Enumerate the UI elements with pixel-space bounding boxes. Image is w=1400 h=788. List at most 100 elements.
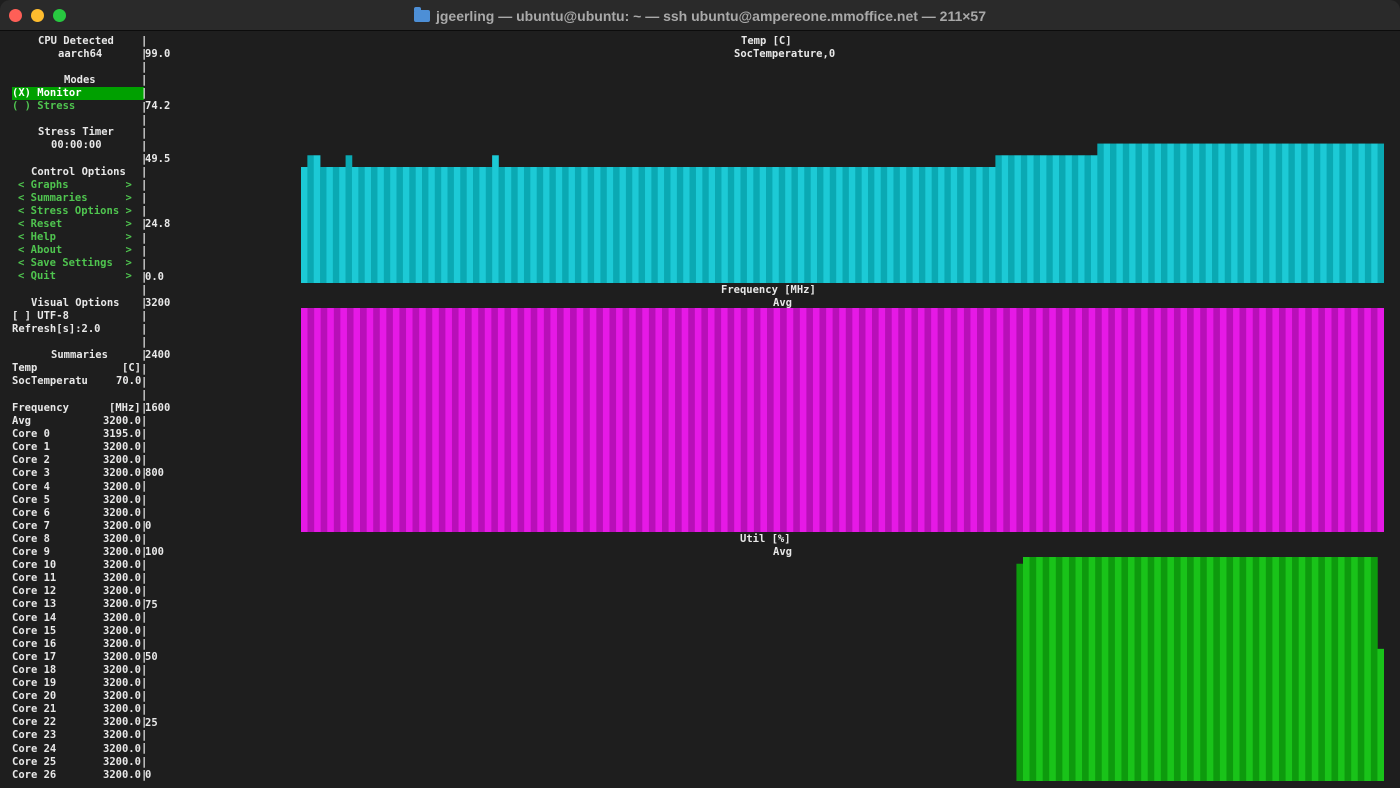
chart-bar	[701, 308, 709, 532]
chart-bar	[301, 167, 308, 283]
chart-bar	[938, 167, 945, 283]
menu-about[interactable]: < About >	[18, 244, 132, 257]
chart-bar	[1052, 155, 1060, 283]
chart-bar	[982, 167, 990, 283]
chart-bar	[911, 308, 919, 532]
menu-stress-options[interactable]: < Stress Options >	[18, 205, 132, 218]
chart-bar	[1324, 557, 1332, 781]
freq-ytick-2: 1600	[145, 402, 171, 414]
chart-bar	[963, 167, 971, 283]
freq-row-label: Core 13	[12, 598, 57, 611]
menu-help[interactable]: < Help >	[18, 231, 132, 244]
separator-pipe: |	[141, 323, 148, 336]
chart-bar	[399, 308, 407, 532]
chart-bar	[918, 167, 926, 283]
freq-row-label: Core 11	[12, 572, 57, 585]
chart-bar	[1239, 308, 1247, 532]
separator-pipe: |	[141, 663, 148, 676]
freq-row-value: 3200.0	[103, 441, 141, 454]
chart-bar	[1351, 308, 1359, 532]
chart-bar	[1065, 155, 1073, 283]
chart-bar	[826, 308, 833, 532]
chart-bar	[606, 167, 614, 283]
chart-bar	[346, 308, 354, 532]
menu-save-settings[interactable]: < Save Settings >	[18, 257, 132, 270]
separator-pipe: |	[141, 362, 148, 375]
chart-bar	[1205, 143, 1213, 283]
chart-bar	[1114, 308, 1122, 532]
chart-bar	[320, 308, 328, 532]
chart-bar	[746, 167, 754, 283]
chart-bar	[1226, 557, 1234, 781]
chart-bar	[1141, 308, 1149, 532]
chart-bar	[1200, 557, 1208, 781]
chart-bar	[1371, 143, 1378, 283]
chart-bar	[1173, 143, 1181, 283]
freq-row-label: Core 22	[12, 716, 57, 729]
chart-bar	[1239, 557, 1247, 781]
chart-bar	[1333, 143, 1340, 283]
chart-bar	[1003, 308, 1011, 532]
chart-bar	[1226, 308, 1234, 532]
chart-bar	[855, 167, 862, 283]
refresh-setting[interactable]: Refresh[s]:2.0	[12, 323, 101, 336]
mode-monitor-option[interactable]: (X) Monitor	[12, 87, 144, 100]
util-chart-title: Util [%]	[740, 533, 791, 545]
chart-bar	[823, 167, 831, 283]
freq-row-label: Core 5	[12, 493, 50, 506]
chart-bar	[562, 167, 569, 283]
chart-bar	[983, 308, 991, 532]
control-options-heading: Control Options	[31, 166, 126, 178]
chart-bar	[504, 167, 512, 283]
chart-bar	[1352, 143, 1359, 283]
window-title: jgeerling — ubuntu@ubuntu: ~ — ssh ubunt…	[435, 7, 987, 24]
chart-bar	[422, 167, 429, 283]
chart-bar	[1187, 308, 1194, 532]
temp-ytick-3: 24.8	[145, 218, 171, 230]
chart-bar	[1141, 557, 1149, 781]
chart-bar	[867, 167, 875, 283]
chart-bar	[1311, 308, 1319, 532]
chart-bar	[760, 308, 768, 532]
chart-bar	[1110, 143, 1117, 283]
chart-bar	[1199, 143, 1206, 283]
chart-bar	[504, 308, 512, 532]
separator-pipe: |	[141, 257, 148, 270]
chart-bar	[1016, 308, 1024, 532]
temp-chart	[301, 143, 1384, 283]
chart-bar	[409, 167, 416, 283]
menu-graphs[interactable]: < Graphs >	[18, 179, 132, 192]
chart-bar	[1331, 557, 1339, 781]
chart-bar	[1103, 143, 1111, 283]
menu-summaries[interactable]: < Summaries >	[18, 192, 132, 205]
chart-bar	[1160, 557, 1168, 781]
chart-bar	[1141, 143, 1149, 283]
chart-bar	[702, 167, 710, 283]
chart-bar	[453, 167, 461, 283]
freq-row-value: 3200.0	[103, 532, 141, 545]
chart-bar	[778, 167, 786, 283]
mode-stress-option[interactable]: ( ) Stress	[12, 100, 75, 113]
freq-row-label: Core 20	[12, 690, 57, 703]
chart-bar	[340, 308, 348, 532]
chart-bar	[460, 167, 467, 283]
chart-bar	[721, 167, 729, 283]
folder-icon	[413, 6, 430, 22]
chart-bar	[635, 308, 643, 532]
chart-bar	[773, 308, 781, 532]
chart-bar	[885, 308, 893, 532]
separator-pipe: |	[141, 61, 148, 74]
separator-pipe: |	[141, 506, 148, 519]
menu-reset[interactable]: < Reset >	[18, 218, 132, 231]
chart-bar	[596, 308, 604, 532]
chart-bar	[707, 308, 715, 532]
chart-bar	[301, 308, 308, 532]
chart-bar	[445, 308, 453, 532]
chart-bar	[797, 167, 805, 283]
chart-bar	[657, 167, 665, 283]
menu-quit[interactable]: < Quit >	[18, 270, 132, 283]
utf8-checkbox[interactable]: [ ] UTF-8	[12, 310, 69, 323]
chart-bar	[1285, 308, 1293, 532]
temp-ytick-4: 0.0	[145, 271, 164, 283]
chart-bar	[1364, 308, 1372, 532]
